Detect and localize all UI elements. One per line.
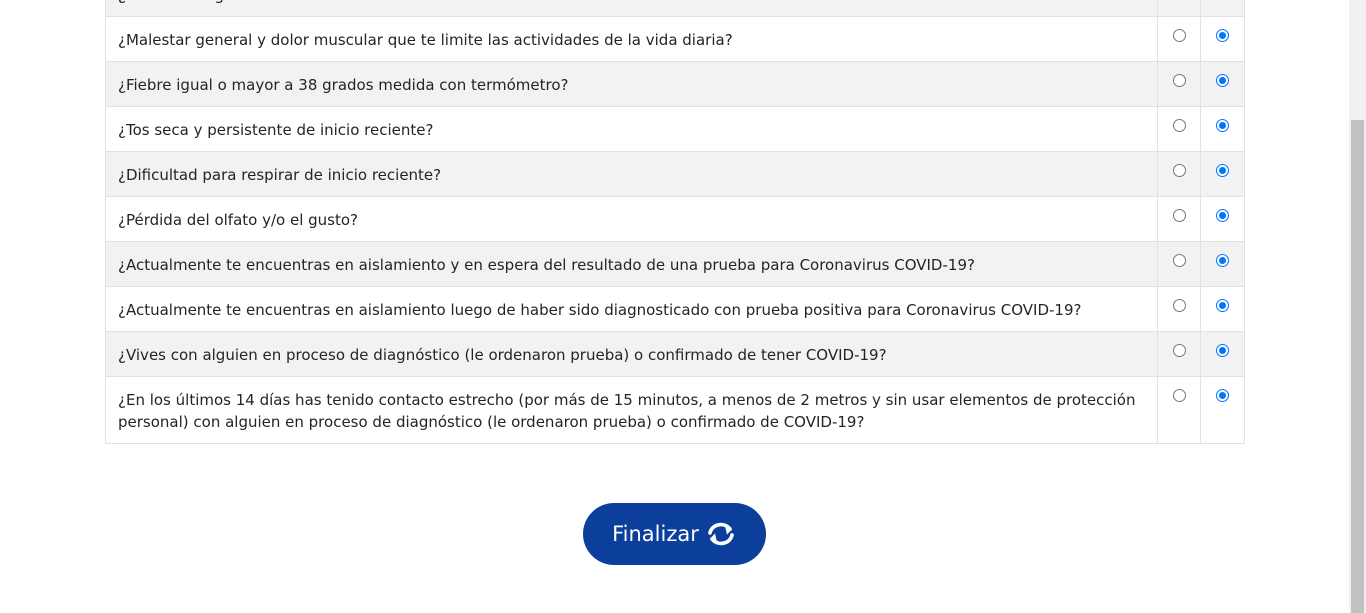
question-text: ¿Dificultad para respirar de inicio reci… (118, 166, 442, 184)
question-cell: ¿Dificultad para respirar de inicio reci… (105, 151, 1158, 197)
question-text: ¿Actualmente te encuentras en aislamient… (118, 256, 975, 274)
answer-yes-radio[interactable] (1172, 254, 1186, 267)
answer-no-radio[interactable] (1216, 389, 1229, 402)
question-text: ¿Vives con alguien en proceso de diagnós… (118, 346, 887, 364)
finalize-label: Finalizar (612, 522, 699, 546)
answer-no-radio[interactable] (1216, 254, 1229, 267)
answer-no-radio[interactable] (1216, 344, 1229, 357)
answer-no-cell (1200, 331, 1245, 377)
answer-yes-cell (1157, 151, 1201, 197)
question-row: ¿Pérdida del gusto o el olfato? (105, 0, 1245, 17)
question-row: ¿Dificultad para respirar de inicio reci… (105, 151, 1245, 197)
scrollbar-thumb[interactable] (1351, 120, 1364, 613)
question-cell: ¿Vives con alguien en proceso de diagnós… (105, 331, 1158, 377)
page: ¿Pérdida del gusto o el olfato? ¿Malestar… (0, 0, 1349, 613)
answer-yes-radio[interactable] (1172, 344, 1186, 357)
symptoms-table-body: ¿Pérdida del gusto o el olfato? ¿Malestar… (105, 0, 1245, 444)
answer-yes-cell (1157, 16, 1201, 62)
question-row: ¿Tos seca y persistente de inicio recien… (105, 106, 1245, 152)
question-cell: ¿Actualmente te encuentras en aislamient… (105, 241, 1158, 287)
question-row: ¿Fiebre igual o mayor a 38 grados medida… (105, 61, 1245, 107)
question-text: ¿Pérdida del olfato y/o el gusto? (118, 211, 359, 229)
answer-yes-cell (1157, 376, 1201, 444)
question-cell: ¿Actualmente te encuentras en aislamient… (105, 286, 1158, 332)
symptoms-table: ¿Pérdida del gusto o el olfato? ¿Malestar… (105, 0, 1245, 444)
answer-yes-radio[interactable] (1172, 164, 1186, 177)
answer-yes-cell (1157, 286, 1201, 332)
question-cell: ¿Pérdida del olfato y/o el gusto? (105, 196, 1158, 242)
question-text: ¿Tos seca y persistente de inicio recien… (118, 121, 434, 139)
answer-yes-radio[interactable] (1172, 29, 1186, 42)
question-row: ¿Actualmente te encuentras en aislamient… (105, 286, 1245, 332)
answer-yes-cell (1157, 61, 1201, 107)
question-cell: ¿Fiebre igual o mayor a 38 grados medida… (105, 61, 1158, 107)
question-text: ¿En los últimos 14 días has tenido conta… (118, 391, 1136, 431)
vertical-scrollbar[interactable] (1349, 0, 1366, 613)
answer-no-radio[interactable] (1216, 299, 1229, 312)
answer-no-cell (1200, 16, 1245, 62)
answer-no-radio[interactable] (1216, 74, 1229, 87)
question-text: ¿Malestar general y dolor muscular que t… (118, 31, 733, 49)
question-row: ¿Vives con alguien en proceso de diagnós… (105, 331, 1245, 377)
answer-no-cell (1200, 61, 1245, 107)
answer-no-cell (1200, 376, 1245, 444)
question-cell: ¿Malestar general y dolor muscular que t… (105, 16, 1158, 62)
answer-yes-cell (1157, 106, 1201, 152)
answer-yes-radio[interactable] (1172, 74, 1186, 87)
question-text: ¿Pérdida del gusto o el olfato? (118, 0, 1145, 6)
finalize-button[interactable]: Finalizar (583, 503, 766, 565)
answer-yes-cell (1157, 0, 1201, 17)
answer-no-radio[interactable] (1216, 29, 1229, 42)
refresh-icon (705, 521, 737, 547)
answer-no-cell (1200, 196, 1245, 242)
question-text: ¿Actualmente te encuentras en aislamient… (118, 301, 1082, 319)
answer-yes-radio[interactable] (1172, 389, 1186, 402)
answer-yes-radio[interactable] (1172, 299, 1186, 312)
answer-no-radio[interactable] (1216, 209, 1229, 222)
question-cell: ¿Tos seca y persistente de inicio recien… (105, 106, 1158, 152)
answer-yes-cell (1157, 331, 1201, 377)
answer-no-cell (1200, 241, 1245, 287)
question-text: ¿Fiebre igual o mayor a 38 grados medida… (118, 76, 569, 94)
question-row: ¿En los últimos 14 días has tenido conta… (105, 376, 1245, 444)
answer-no-cell (1200, 106, 1245, 152)
question-row: ¿Pérdida del olfato y/o el gusto? (105, 196, 1245, 242)
answer-yes-cell (1157, 196, 1201, 242)
answer-no-radio[interactable] (1216, 164, 1229, 177)
answer-no-cell (1200, 0, 1245, 17)
answer-yes-radio[interactable] (1172, 209, 1186, 222)
answer-no-cell (1200, 151, 1245, 197)
question-cell: ¿Pérdida del gusto o el olfato? (105, 0, 1158, 17)
question-row: ¿Actualmente te encuentras en aislamient… (105, 241, 1245, 287)
question-row: ¿Malestar general y dolor muscular que t… (105, 16, 1245, 62)
answer-no-cell (1200, 286, 1245, 332)
answer-yes-cell (1157, 241, 1201, 287)
answer-yes-radio[interactable] (1172, 119, 1186, 132)
question-cell: ¿En los últimos 14 días has tenido conta… (105, 376, 1158, 444)
answer-no-radio[interactable] (1216, 119, 1229, 132)
